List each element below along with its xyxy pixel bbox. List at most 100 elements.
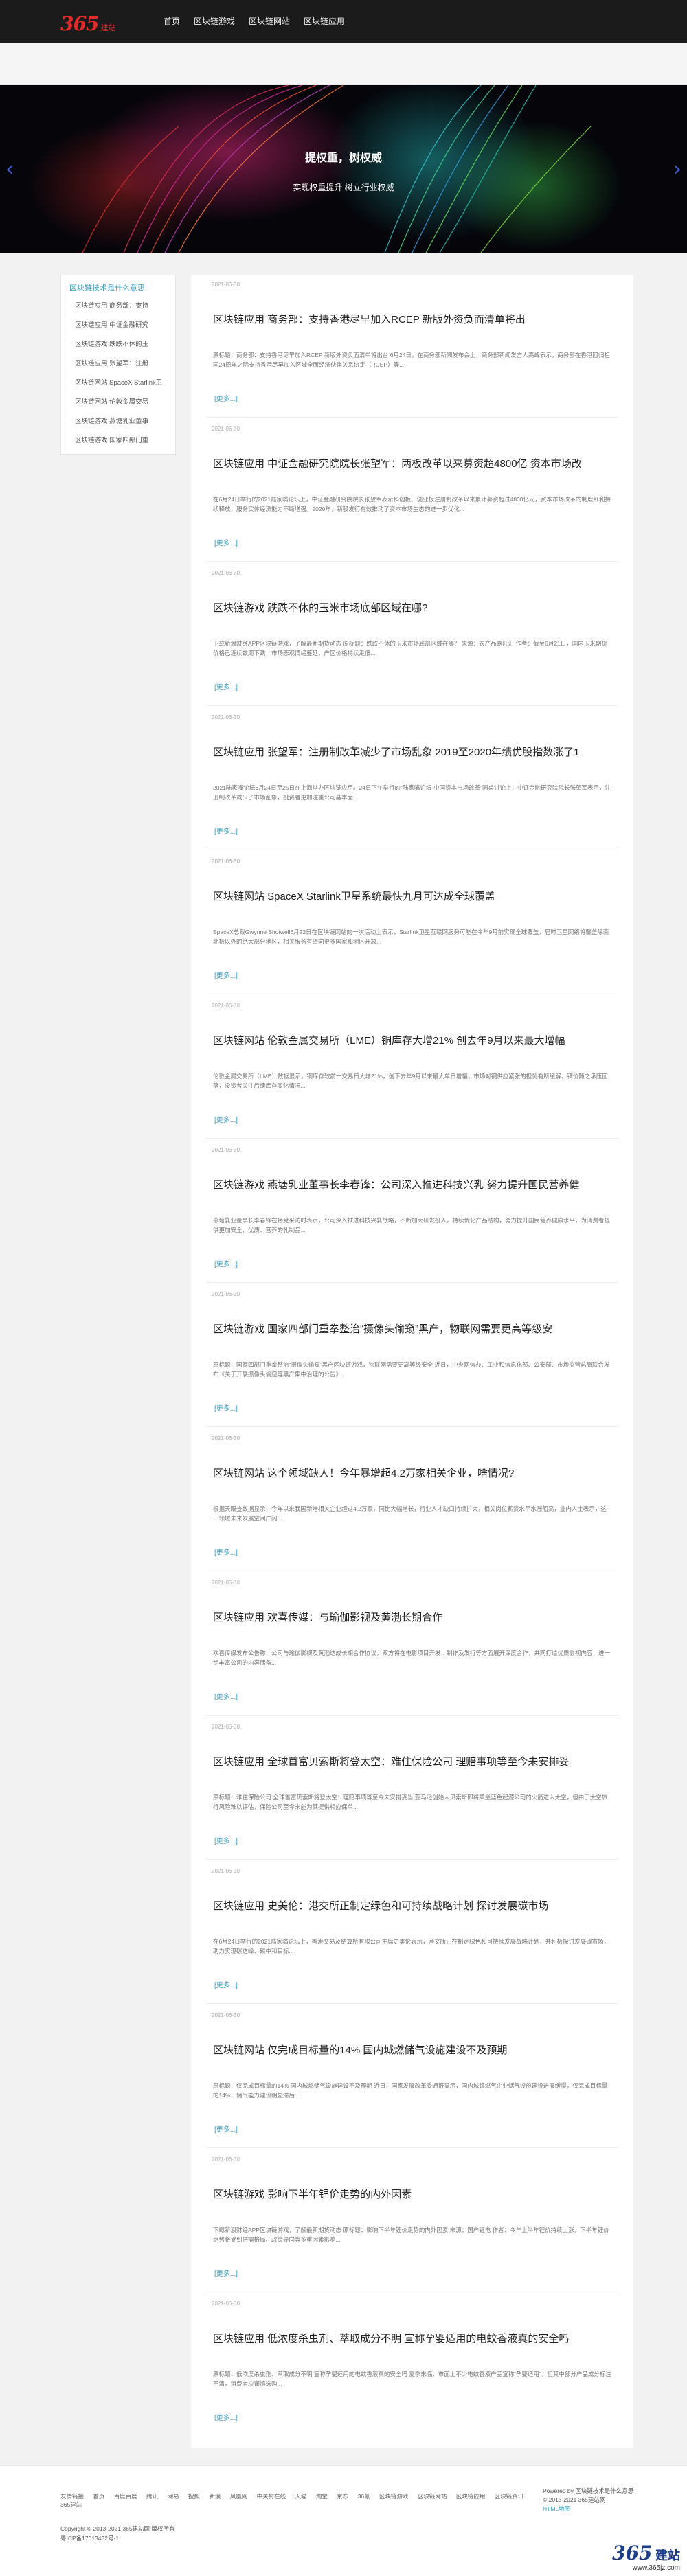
article-title[interactable]: 区块链应用 欢喜传媒：与瑜伽影视及黄渤长期合作 xyxy=(213,1611,611,1625)
powered-line: Powered by 区块链技术是什么意思 xyxy=(543,2487,634,2494)
article-title[interactable]: 区块链游戏 跌跌不休的玉米市场底部区域在哪? xyxy=(213,602,611,615)
article-card: 2021-06-30 区块链网站 这个领域缺人！今年暴增超4.2万家相关企业，啥… xyxy=(206,1428,618,1571)
article-date: 2021-06-30 xyxy=(212,2156,240,2163)
icp-record[interactable]: 粤ICP备17013432号-1 xyxy=(60,2533,174,2543)
nav-blockchain-sites[interactable]: 区块链网站 xyxy=(249,15,290,27)
article-excerpt: 原标题：国家四部门重拳整治“摄像头偷窥”黑产区块链游戏，物联网需要更高等级安全 … xyxy=(213,1361,610,1378)
friend-link[interactable]: 京东 xyxy=(337,2492,348,2500)
article-excerpt: 欢喜传媒发布公告称，公司与瑜伽影视及黄渤达成长期合作协议，双方将在电影项目开发、… xyxy=(213,1650,611,1666)
sidebar-item[interactable]: 区块链游戏 国家四部门重 xyxy=(75,435,167,444)
article-title[interactable]: 区块链应用 史美伦：港交所正制定绿色和可持续战略计划 探讨发展碳市场 xyxy=(213,1900,611,1913)
friend-link[interactable]: 365建站 xyxy=(60,2500,82,2509)
article-more-link[interactable]: [更多...] xyxy=(214,1835,238,1845)
article-date: 2021-06-30 xyxy=(212,2301,240,2307)
article-title[interactable]: 区块链游戏 燕塘乳业董事长李春锋：公司深入推进科技兴乳 努力提升国民营养健 xyxy=(213,1178,611,1192)
article-date: 2021-06-30 xyxy=(212,282,240,288)
friend-link[interactable]: 凤凰网 xyxy=(230,2492,248,2500)
article-excerpt: 原标题：低浓度杀虫剂、萃取成分不明 宣称孕婴适用的电蚊香液真的安全吗 夏季来临，… xyxy=(213,2371,611,2387)
article-excerpt: 下载新浪财经APP区块链游戏，了解最新期货动态 原标题：影响下半年锂价走势的内外… xyxy=(213,2226,609,2243)
article-date: 2021-06-30 xyxy=(212,570,240,576)
friend-link[interactable]: 区块链应用 xyxy=(456,2492,486,2500)
article-card: 2021-06-30 区块链应用 欢喜传媒：与瑜伽影视及黄渤长期合作 欢喜传媒发… xyxy=(206,1573,618,1716)
watermark-logo: 365 建站 www.365jz.com xyxy=(612,2542,680,2572)
main-nav: 首页 区块链游戏 区块链网站 区块链应用 xyxy=(164,15,345,27)
friend-link[interactable]: 36氪 xyxy=(358,2492,370,2500)
article-card: 2021-06-30 区块链应用 张望军：注册制改革减少了市场乱象 2019至2… xyxy=(206,707,618,850)
friend-link[interactable]: 首页 xyxy=(93,2492,104,2500)
banner-light-streaks xyxy=(82,85,592,253)
article-more-link[interactable]: [更多...] xyxy=(214,825,238,836)
article-more-link[interactable]: [更多...] xyxy=(214,1979,238,1990)
article-excerpt: 燕塘乳业董事长李春锋在接受采访时表示，公司深入推进科技兴乳战略，不断加大研发投入… xyxy=(213,1217,611,1233)
article-more-link[interactable]: [更多...] xyxy=(214,537,238,547)
sidebar-item[interactable]: 区块链应用 商务部：支持 xyxy=(75,300,167,310)
sidebar-item[interactable]: 区块链应用 张望军：注册 xyxy=(75,358,167,367)
article-more-link[interactable]: [更多...] xyxy=(214,1258,238,1268)
article-date: 2021-06-30 xyxy=(212,426,240,432)
sitemap-link[interactable]: HTML地图 xyxy=(543,2505,653,2514)
sidebar-item[interactable]: 区块链游戏 燕塘乳业董事 xyxy=(75,415,167,425)
friend-link[interactable]: 淘宝 xyxy=(316,2492,328,2500)
article-title[interactable]: 区块链应用 张望军：注册制改革减少了市场乱象 2019至2020年绩优股指数涨了… xyxy=(213,746,611,760)
article-card: 2021-06-30 区块链游戏 影响下半年锂价走势的内外因素 下载新浪财经AP… xyxy=(206,2150,618,2292)
sidebar-item[interactable]: 区块链游戏 跌跌不休的玉 xyxy=(75,339,167,348)
article-more-link[interactable]: [更多...] xyxy=(214,1547,238,1557)
friend-link[interactable]: 中关村在线 xyxy=(257,2492,286,2500)
article-title[interactable]: 区块链应用 低浓度杀虫剂、萃取成分不明 宣称孕婴适用的电蚊香液真的安全吗 xyxy=(213,2332,611,2346)
article-date: 2021-06-30 xyxy=(212,714,240,720)
friend-link[interactable]: 天猫 xyxy=(295,2492,307,2500)
article-title[interactable]: 区块链游戏 影响下半年锂价走势的内外因素 xyxy=(213,2188,611,2202)
nav-blockchain-apps[interactable]: 区块链应用 xyxy=(304,15,345,27)
article-excerpt: 在6月24日举行的2021陆家嘴论坛上，中证金融研究院院长张望军表示科创板、创业… xyxy=(213,496,611,512)
friend-links: 友情链接 首页 百度百度 腾讯 网易 搜狐 新浪 凤凰网 中关村在线 天猫 淘宝… xyxy=(60,2492,534,2509)
article-card: 2021-06-30 区块链应用 中证金融研究院院长张望军：两板改革以来募资超4… xyxy=(206,419,618,562)
top-navbar: 365 建站 首页 区块链游戏 区块链网站 区块链应用 xyxy=(0,0,687,43)
article-card: 2021-06-30 区块链游戏 国家四部门重拳整治“摄像头偷窥”黑产，物联网需… xyxy=(206,1284,618,1427)
friend-link[interactable]: 网易 xyxy=(168,2492,179,2500)
article-title[interactable]: 区块链网站 仅完成目标量的14% 国内城燃储气设施建设不及预期 xyxy=(213,2044,611,2058)
article-excerpt: 原标题：商务部：支持香港尽早加入RCEP 新版外资负面清单将出台 6月24日，在… xyxy=(213,352,610,368)
sidebar-item[interactable]: 区块链网站 SpaceX Starlink卫 xyxy=(75,377,167,387)
article-more-link[interactable]: [更多...] xyxy=(214,2412,238,2422)
article-excerpt: SpaceX总裁Gwynne Shotwell6月22日在区块链网站的一次活动上… xyxy=(213,928,609,945)
article-title[interactable]: 区块链网站 这个领域缺人！今年暴增超4.2万家相关企业，啥情况? xyxy=(213,1467,611,1481)
friend-link[interactable]: 百度百度 xyxy=(114,2492,137,2500)
article-card: 2021-06-30 区块链游戏 跌跌不休的玉米市场底部区域在哪? 下载新浪财经… xyxy=(206,563,618,706)
copyright: Copyright © 2013-2021 365建站网 版权所有 粤ICP备1… xyxy=(60,2524,174,2543)
friend-link[interactable]: 搜狐 xyxy=(188,2492,200,2500)
friend-link[interactable]: 区块链网站 xyxy=(418,2492,447,2500)
friend-link[interactable]: 腾讯 xyxy=(146,2492,158,2500)
nav-home[interactable]: 首页 xyxy=(164,15,180,27)
article-title[interactable]: 区块链网站 伦敦金属交易所（LME）铜库存大增21% 创去年9月以来最大增幅 xyxy=(213,1034,611,1048)
friend-link[interactable]: 区块链游戏 xyxy=(379,2492,409,2500)
hero-banner: ‹ › 提权重，树权威 实现权重提升 树立行业权威 xyxy=(0,85,687,253)
article-more-link[interactable]: [更多...] xyxy=(214,970,238,980)
friend-link[interactable]: 区块链资讯 xyxy=(495,2492,524,2500)
friend-link[interactable]: 新浪 xyxy=(209,2492,221,2500)
banner-title: 提权重，树权威 xyxy=(304,152,382,164)
logo-subtitle: 建站 xyxy=(100,24,116,32)
article-more-link[interactable]: [更多...] xyxy=(214,681,238,692)
article-date: 2021-06-30 xyxy=(212,1868,240,1874)
nav-blockchain-games[interactable]: 区块链游戏 xyxy=(194,15,235,27)
article-more-link[interactable]: [更多...] xyxy=(214,2123,238,2134)
sidebar-item[interactable]: 区块链网站 伦敦金属交易 xyxy=(75,396,167,406)
article-more-link[interactable]: [更多...] xyxy=(214,393,238,403)
article-title[interactable]: 区块链应用 商务部：支持香港尽早加入RCEP 新版外资负面清单将出 xyxy=(213,313,611,327)
article-excerpt: 原标题：难住保险公司 全球首富贝索斯将登太空：理赔事项等至今未安排妥当 亚马逊创… xyxy=(213,1794,608,1810)
banner-subtitle: 实现权重提升 树立行业权威 xyxy=(293,183,394,192)
article-more-link[interactable]: [更多...] xyxy=(214,2268,238,2278)
article-excerpt: 在6月24日举行的2021陆家嘴论坛上，香港交易及结算所有限公司主席史美伦表示，… xyxy=(213,1938,610,1954)
article-card: 2021-06-30 区块链网站 SpaceX Starlink卫星系统最快九月… xyxy=(206,852,618,994)
article-more-link[interactable]: [更多...] xyxy=(214,1691,238,1701)
article-title[interactable]: 区块链游戏 国家四部门重拳整治“摄像头偷窥”黑产，物联网需要更高等级安 xyxy=(213,1323,611,1336)
article-title[interactable]: 区块链应用 全球首富贝索斯将登太空：难住保险公司 理赔事项等至今未安排妥 xyxy=(213,1755,611,1769)
article-title[interactable]: 区块链应用 中证金融研究院院长张望军：两板改革以来募资超4800亿 资本市场改 xyxy=(213,457,611,471)
article-card: 2021-06-30 区块链应用 商务部：支持香港尽早加入RCEP 新版外资负面… xyxy=(206,275,618,418)
article-more-link[interactable]: [更多...] xyxy=(214,1402,238,1413)
article-more-link[interactable]: [更多...] xyxy=(214,1114,238,1124)
sidebar-title[interactable]: 区块链技术是什么意思 xyxy=(69,282,167,293)
site-logo[interactable]: 365 建站 xyxy=(60,12,115,35)
article-title[interactable]: 区块链网站 SpaceX Starlink卫星系统最快九月可达成全球覆盖 xyxy=(213,890,611,904)
sidebar-item[interactable]: 区块链应用 中证金融研究 xyxy=(75,319,167,329)
